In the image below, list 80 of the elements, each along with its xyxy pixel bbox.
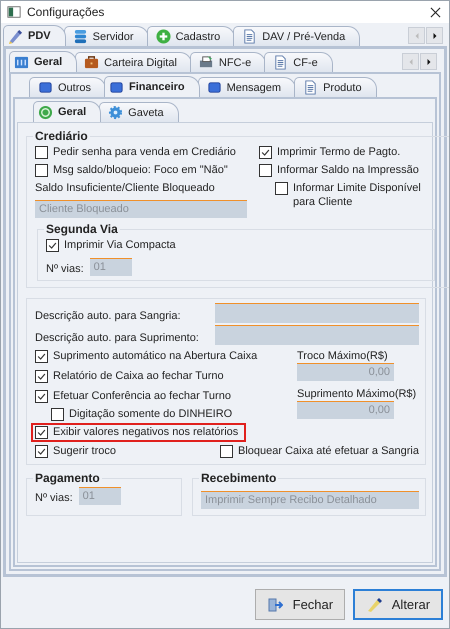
printer-icon (198, 55, 214, 70)
checkbox[interactable] (275, 182, 288, 195)
tab[interactable]: CF-e (264, 52, 333, 72)
checkbox[interactable] (46, 239, 59, 252)
checkbox[interactable] (35, 146, 48, 159)
checkbox-label: Digitação somente do DINHEIRO (69, 407, 232, 421)
group-title: Pagamento (34, 471, 101, 485)
field-label: Troco Máximo(R$) (297, 349, 389, 363)
checkbox[interactable] (35, 370, 48, 383)
field-label: Descrição auto. para Suprimento: (35, 331, 200, 345)
scroll-right-button[interactable] (420, 53, 437, 70)
tab[interactable]: Produto (294, 77, 377, 97)
checkbox-label: Exibir valores negativos nos relatórios (53, 425, 238, 439)
tab[interactable]: Geral (9, 51, 78, 72)
square-icon (206, 80, 222, 95)
tab[interactable]: DAV / Pré-Venda (233, 26, 360, 46)
square-icon (38, 80, 53, 95)
checkbox-label: Efetuar Conferência ao fechar Turno (53, 389, 231, 403)
checkbox-label: Imprimir Termo de Pagto. (277, 145, 400, 159)
scroll-right-button[interactable] (426, 27, 443, 44)
pen-icon (8, 28, 23, 44)
plus-icon (156, 29, 171, 44)
text-field[interactable] (215, 303, 419, 323)
dialog-button[interactable]: Alterar (353, 589, 443, 620)
document-icon (242, 29, 258, 44)
checkbox-label: Imprimir Via Compacta (64, 238, 176, 252)
checkbox[interactable] (35, 445, 48, 458)
text-field[interactable] (215, 325, 419, 345)
tab[interactable]: Carteira Digital (75, 52, 192, 72)
checkbox-label: Bloquear Caixa até efetuar a Sangria (238, 444, 419, 458)
square-icon (109, 80, 124, 94)
caret-left-icon (414, 32, 420, 40)
group-title: Segunda Via (45, 222, 119, 236)
pen-icon (366, 596, 382, 612)
tab[interactable]: Geral (33, 101, 102, 122)
exit-icon (266, 596, 283, 612)
checkbox[interactable] (259, 146, 272, 159)
checkbox-label: Informar Limite Disponível para Cliente (293, 181, 422, 209)
tab[interactable]: NFC-e (190, 52, 266, 72)
checkbox[interactable] (35, 390, 48, 403)
gear-icon (108, 105, 124, 120)
field-label: Saldo Insuficiente/Cliente Bloqueado (35, 181, 216, 195)
field-label: Descrição auto. para Sangria: (35, 309, 182, 323)
caret-right-icon (426, 58, 432, 66)
app-icon (7, 5, 21, 19)
checkbox-label: Msg saldo/bloqueio: Foco em "Não" (53, 163, 228, 177)
panel-icon (14, 54, 29, 70)
checkbox-label: Pedir senha para venda em Crediário (53, 145, 236, 159)
tab[interactable]: PDV (3, 25, 66, 46)
checkbox[interactable] (220, 445, 233, 458)
tab[interactable]: Financeiro (104, 76, 200, 97)
tab[interactable]: Servidor (64, 26, 149, 46)
checkbox[interactable] (35, 350, 48, 363)
group-title: Recebimento (200, 471, 278, 485)
checkbox[interactable] (35, 164, 48, 177)
coin-icon (38, 104, 53, 120)
checkbox[interactable] (51, 408, 64, 421)
window-title: Configurações (27, 5, 104, 19)
briefcase-icon (84, 55, 100, 70)
tab[interactable]: Gaveta (99, 102, 179, 122)
field-label: Nº vias: (46, 262, 84, 276)
caret-right-icon (432, 32, 438, 40)
tab[interactable]: Outros (29, 77, 106, 97)
tab[interactable]: Mensagem (198, 77, 296, 97)
checkbox-label: Sugerir troco (53, 444, 116, 458)
checkbox[interactable] (259, 164, 272, 177)
tab[interactable]: Cadastro (146, 26, 236, 46)
field-label: Suprimento Máximo(R$) (297, 387, 418, 401)
database-icon (72, 29, 88, 44)
checkbox-label: Informar Saldo na Impressão (277, 163, 419, 177)
document-icon (303, 80, 318, 95)
checkbox-label: Suprimento automático na Abertura Caixa (53, 349, 258, 363)
checkbox[interactable] (35, 426, 48, 439)
checkbox-label: Relatório de Caixa ao fechar Turno (53, 369, 224, 383)
caret-left-icon (408, 58, 414, 66)
group-title: Crediário (34, 129, 89, 143)
document-icon (273, 55, 288, 70)
field-label: Nº vias: (35, 491, 73, 505)
dialog-button[interactable]: Fechar (255, 589, 345, 620)
close-icon[interactable] (430, 6, 441, 18)
